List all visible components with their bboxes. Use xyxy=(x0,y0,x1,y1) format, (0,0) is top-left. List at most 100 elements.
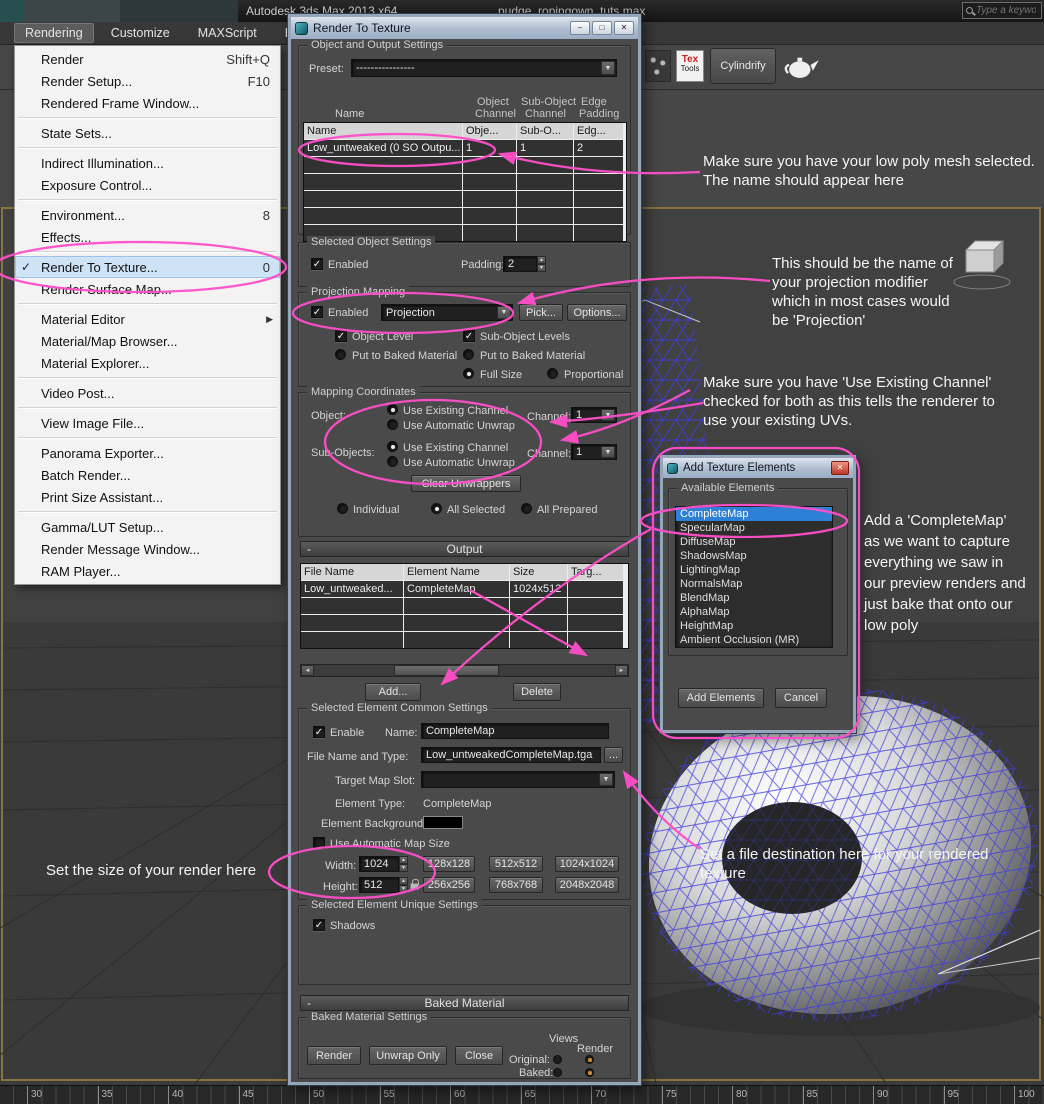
subobject-channel-dropdown[interactable]: 1 ▼ xyxy=(571,444,617,460)
timeline-track[interactable]: 30 35 40 45 50 55 60 65 70 75 80 85 90 9… xyxy=(0,1085,1044,1104)
spin-down-icon[interactable]: ▼ xyxy=(399,864,408,872)
objects-table[interactable]: Name Obje... Sub-O... Edg... Low_untweak… xyxy=(303,122,627,242)
table-header[interactable]: File Name xyxy=(301,564,403,580)
table-cell[interactable] xyxy=(404,632,509,648)
menu-item-render-setup[interactable]: Render Setup... F10 xyxy=(15,70,280,92)
table-cell[interactable] xyxy=(301,615,403,631)
scroll-right-icon[interactable]: ► xyxy=(615,665,628,676)
table-cell-file[interactable]: Low_untweaked... xyxy=(301,581,403,597)
list-item-alphamap[interactable]: AlphaMap xyxy=(676,605,832,619)
table-cell[interactable] xyxy=(574,157,623,173)
render-button[interactable]: Render xyxy=(307,1046,361,1065)
original-render-radio[interactable] xyxy=(585,1055,594,1064)
table-header[interactable]: Edg... xyxy=(574,123,623,139)
width-spinner[interactable]: 1024 xyxy=(359,856,399,872)
output-horizontal-scrollbar[interactable]: ◄ ► xyxy=(300,664,629,677)
list-item-completemap[interactable]: CompleteMap xyxy=(676,507,832,521)
scrollbar-thumb[interactable] xyxy=(394,665,499,676)
table-cell[interactable] xyxy=(301,598,403,614)
table-cell[interactable] xyxy=(463,191,516,207)
toolbar-icon[interactable] xyxy=(645,50,671,82)
menu-item-ram-player[interactable]: RAM Player... xyxy=(15,560,280,582)
size-128-button[interactable]: 128x128 xyxy=(423,856,475,872)
spin-down-icon[interactable]: ▼ xyxy=(399,885,408,893)
table-cell[interactable] xyxy=(510,615,567,631)
table-cell[interactable] xyxy=(510,632,567,648)
menu-item-effects[interactable]: Effects... xyxy=(15,226,280,248)
unwrap-only-button[interactable]: Unwrap Only xyxy=(369,1046,447,1065)
maximize-button[interactable]: □ xyxy=(592,21,612,35)
list-item-diffusemap[interactable]: DiffuseMap xyxy=(676,535,832,549)
menu-item-exposure-control[interactable]: Exposure Control... xyxy=(15,174,280,196)
help-search[interactable] xyxy=(962,2,1042,19)
size-2048-button[interactable]: 2048x2048 xyxy=(555,877,619,893)
preset-dropdown[interactable]: ---------------- ▼ xyxy=(351,59,617,77)
size-1024-button[interactable]: 1024x1024 xyxy=(555,856,619,872)
table-cell[interactable] xyxy=(568,598,623,614)
list-item-heightmap[interactable]: HeightMap xyxy=(676,619,832,633)
proportional-radio[interactable] xyxy=(547,368,558,379)
output-rollup[interactable]: - Output xyxy=(300,541,629,557)
table-cell[interactable]: 2 xyxy=(574,140,623,156)
put-to-baked-material-radio-2[interactable] xyxy=(463,349,474,360)
rtt-dialog-titlebar[interactable]: Render To Texture – □ ✕ xyxy=(291,17,638,39)
list-item-specularmap[interactable]: SpecularMap xyxy=(676,521,832,535)
menu-item-rendered-frame-window[interactable]: Rendered Frame Window... xyxy=(15,92,280,114)
projection-enabled-checkbox[interactable]: ✓ xyxy=(311,306,323,318)
table-cell[interactable] xyxy=(304,191,462,207)
list-item-normalsmap[interactable]: NormalsMap xyxy=(676,577,832,591)
subobject-use-existing-channel-radio[interactable] xyxy=(387,441,398,452)
file-name-input[interactable]: Low_untweakedCompleteMap.tga xyxy=(421,747,601,763)
full-size-radio[interactable] xyxy=(463,368,474,379)
clear-unwrappers-button[interactable]: Clear Unwrappers xyxy=(411,475,521,492)
baked-views-radio[interactable] xyxy=(553,1068,562,1077)
close-button[interactable]: ✕ xyxy=(831,461,849,475)
scroll-left-icon[interactable]: ◄ xyxy=(301,665,314,676)
object-channel-dropdown[interactable]: 1 ▼ xyxy=(571,407,617,423)
table-cell[interactable] xyxy=(301,632,403,648)
menu-item-material-explorer[interactable]: Material Explorer... xyxy=(15,352,280,374)
table-cell[interactable]: 1 xyxy=(517,140,573,156)
height-spinner[interactable]: 512 xyxy=(359,877,399,893)
minimize-button[interactable]: – xyxy=(570,21,590,35)
table-cell-element[interactable]: CompleteMap xyxy=(404,581,509,597)
add-element-button[interactable]: Add... xyxy=(365,683,421,701)
close-dialog-button[interactable]: Close xyxy=(455,1046,503,1065)
pick-button[interactable]: Pick... xyxy=(519,304,563,321)
spin-up-icon[interactable]: ▲ xyxy=(399,856,408,864)
cancel-button[interactable]: Cancel xyxy=(775,688,827,708)
menu-item-print-size-assistant[interactable]: Print Size Assistant... xyxy=(15,486,280,508)
delete-element-button[interactable]: Delete xyxy=(513,683,561,701)
add-elements-button[interactable]: Add Elements xyxy=(678,688,764,708)
size-256-button[interactable]: 256x256 xyxy=(423,877,475,893)
table-cell[interactable] xyxy=(517,208,573,224)
table-header[interactable]: Sub-O... xyxy=(517,123,573,139)
table-cell[interactable] xyxy=(304,157,462,173)
menu-maxscript[interactable]: MAXScript xyxy=(187,23,268,43)
options-button[interactable]: Options... xyxy=(567,304,627,321)
all-selected-radio[interactable] xyxy=(431,503,442,514)
table-cell[interactable] xyxy=(404,615,509,631)
target-map-slot-dropdown[interactable]: ▼ xyxy=(421,771,615,788)
table-cell[interactable] xyxy=(568,615,623,631)
table-cell[interactable] xyxy=(517,157,573,173)
menu-item-render-to-texture[interactable]: ✓ Render To Texture... 0 xyxy=(15,256,280,278)
use-automatic-map-size-checkbox[interactable] xyxy=(313,837,325,849)
subobject-use-automatic-unwrap-radio[interactable] xyxy=(387,456,398,467)
list-item-lightingmap[interactable]: LightingMap xyxy=(676,563,832,577)
baked-material-rollup[interactable]: - Baked Material xyxy=(300,995,629,1011)
table-cell[interactable] xyxy=(463,157,516,173)
table-cell[interactable] xyxy=(510,598,567,614)
list-item-blendmap[interactable]: BlendMap xyxy=(676,591,832,605)
shadows-checkbox[interactable]: ✓ xyxy=(313,919,325,931)
object-use-automatic-unwrap-radio[interactable] xyxy=(387,419,398,430)
table-cell[interactable] xyxy=(404,598,509,614)
render-teapot-icon[interactable] xyxy=(782,51,820,81)
table-cell[interactable] xyxy=(517,225,573,241)
menu-rendering[interactable]: Rendering xyxy=(14,23,94,43)
table-cell[interactable] xyxy=(574,225,623,241)
menu-item-panorama-exporter[interactable]: Panorama Exporter... xyxy=(15,442,280,464)
table-cell-name[interactable]: Low_untweaked (0 SO Outpu... xyxy=(304,140,462,156)
table-cell[interactable]: 1 xyxy=(463,140,516,156)
table-cell[interactable] xyxy=(574,174,623,190)
